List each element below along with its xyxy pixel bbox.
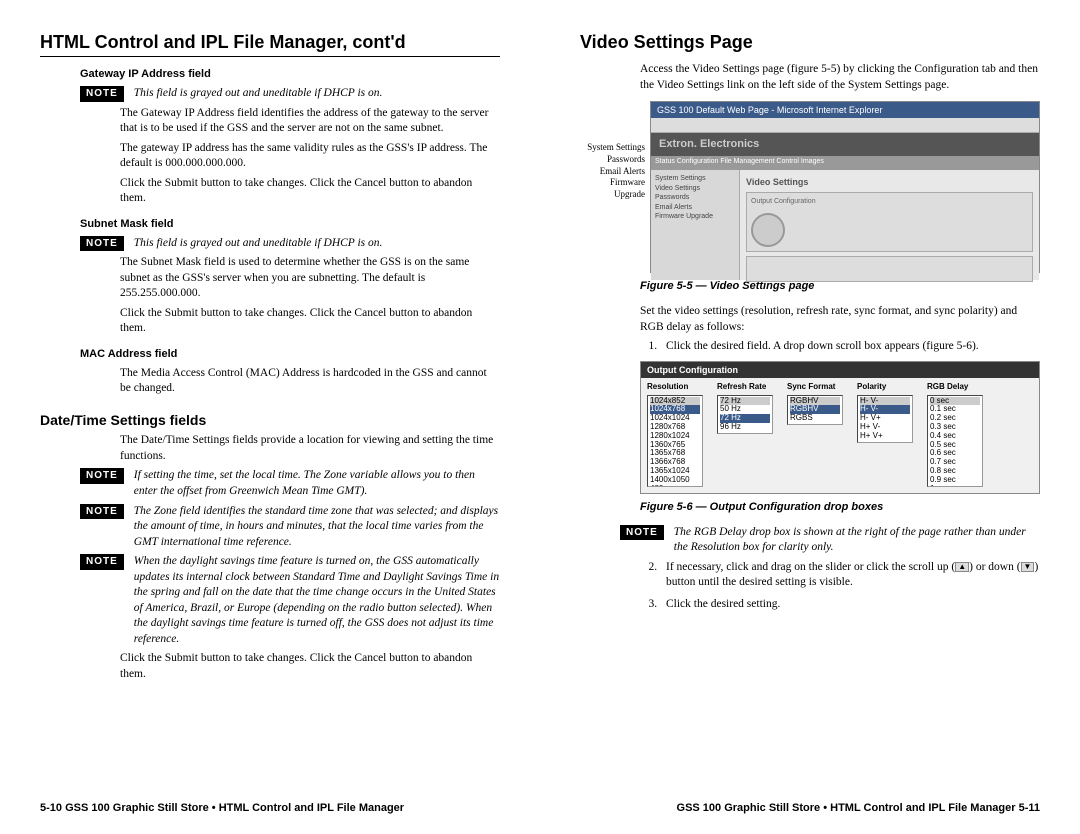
rgb-note: The RGB Delay drop box is shown at the r…: [674, 525, 1040, 556]
rgb-listbox[interactable]: 0 sec 0.1 sec 0.2 sec 0.3 sec 0.4 sec 0.…: [927, 395, 983, 487]
col-h: Sync Format: [787, 382, 843, 393]
col-sync: Sync Format RGBHV RGBHV RGBS: [787, 382, 843, 487]
fig5-main: Video Settings Output Configuration: [740, 170, 1039, 280]
datetime-note2: The Zone field identifies the standard t…: [134, 504, 500, 551]
col-h: Refresh Rate: [717, 382, 773, 393]
datetime-note1: If setting the time, set the local time.…: [134, 468, 500, 499]
step-3: Click the desired setting.: [660, 597, 1040, 613]
list-item[interactable]: RGBS: [790, 414, 840, 423]
fig5-sidebar: System Settings Video Settings Passwords…: [651, 170, 740, 280]
sidebar-item: Email Alerts: [655, 203, 735, 212]
gateway-p2: The gateway IP address has the same vali…: [120, 141, 500, 172]
figure-5-6: Output Configuration Resolution 1024x852…: [640, 361, 1040, 494]
list-item[interactable]: 96 Hz: [720, 423, 770, 432]
subnet-heading: Subnet Mask field: [80, 217, 500, 232]
subnet-note-row: NOTE This field is grayed out and unedit…: [80, 236, 500, 252]
note-tag: NOTE: [80, 504, 124, 520]
gateway-p3: Click the Submit button to take changes.…: [120, 176, 500, 207]
subnet-p2: Click the Submit button to take changes.…: [120, 306, 500, 337]
fig5-panel-2: [746, 256, 1033, 282]
step-2: If necessary, click and drag on the slid…: [660, 560, 1040, 591]
mac-p1: The Media Access Control (MAC) Address i…: [120, 366, 500, 397]
datetime-note3-row: NOTE When the daylight savings time feat…: [80, 554, 500, 647]
col-refresh: Refresh Rate 72 Hz 50 Hz 72 Hz 96 Hz: [717, 382, 773, 487]
callout-system: System Settings: [585, 142, 645, 154]
fig5-toolbar: [651, 118, 1039, 133]
fig6-title: Output Configuration: [641, 362, 1039, 378]
page-right: Video Settings Page Access the Video Set…: [540, 0, 1080, 834]
list-item[interactable]: 1 sec: [930, 485, 980, 487]
note-tag: NOTE: [620, 525, 664, 541]
list-item[interactable]: 480p: [650, 485, 700, 487]
subnet-note: This field is grayed out and uneditable …: [134, 236, 383, 252]
fig5-banner: Extron. Electronics: [651, 133, 1039, 156]
col-h: Resolution: [647, 382, 703, 393]
step-1: Click the desired field. A drop down scr…: [660, 339, 1040, 355]
callout-passwords: Passwords: [585, 154, 645, 166]
page-left: HTML Control and IPL File Manager, cont'…: [0, 0, 540, 834]
note-tag: NOTE: [80, 468, 124, 484]
note-tag: NOTE: [80, 236, 124, 252]
step2-a: If necessary, click and drag on the slid…: [666, 561, 955, 573]
rgb-note-row: NOTE The RGB Delay drop box is shown at …: [620, 525, 1040, 556]
scroll-down-icon: ▼: [1021, 562, 1035, 572]
gateway-note-row: NOTE This field is grayed out and unedit…: [80, 86, 500, 102]
polarity-listbox[interactable]: H- V- H- V- H- V+ H+ V- H+ V+: [857, 395, 913, 443]
mac-heading: MAC Address field: [80, 347, 500, 362]
steps-list-2: If necessary, click and drag on the slid…: [640, 560, 1040, 613]
sync-listbox[interactable]: RGBHV RGBHV RGBS: [787, 395, 843, 425]
gateway-p1: The Gateway IP Address field identifies …: [120, 106, 500, 137]
col-resolution: Resolution 1024x852 1024x768 1024x1024 1…: [647, 382, 703, 487]
panel-label: Output Configuration: [751, 198, 816, 205]
col-rgb: RGB Delay 0 sec 0.1 sec 0.2 sec 0.3 sec …: [927, 382, 983, 487]
step2-b: ) or down (: [969, 561, 1020, 573]
datetime-note2-row: NOTE The Zone field identifies the stand…: [80, 504, 500, 551]
callout-firmware: Firmware Upgrade: [585, 177, 645, 200]
left-title: HTML Control and IPL File Manager, cont'…: [40, 30, 500, 57]
fig6-caption: Figure 5-6 — Output Configuration drop b…: [640, 500, 1040, 515]
note-tag: NOTE: [80, 86, 124, 102]
sidebar-item: System Settings: [655, 174, 735, 183]
datetime-p1: The Date/Time Settings fields provide a …: [120, 433, 500, 464]
fig5-main-title: Video Settings: [746, 176, 1033, 188]
datetime-note3: When the daylight savings time feature i…: [134, 554, 500, 647]
set-p: Set the video settings (resolution, refr…: [640, 304, 1040, 335]
resolution-listbox[interactable]: 1024x852 1024x768 1024x1024 1280x768 128…: [647, 395, 703, 487]
sidebar-item: Firmware Upgrade: [655, 212, 735, 221]
gateway-note: This field is grayed out and uneditable …: [134, 86, 383, 102]
subnet-p1: The Subnet Mask field is used to determi…: [120, 255, 500, 302]
col-h: Polarity: [857, 382, 913, 393]
callout-labels: System Settings Passwords Email Alerts F…: [585, 142, 645, 200]
fig5-tabs: Status Configuration File Management Con…: [651, 156, 1039, 170]
fig5-titlebar: GSS 100 Default Web Page - Microsoft Int…: [651, 102, 1039, 118]
callout-email: Email Alerts: [585, 166, 645, 178]
list-item[interactable]: H+ V+: [860, 432, 910, 441]
right-intro: Access the Video Settings page (figure 5…: [640, 62, 1040, 93]
gateway-heading: Gateway IP Address field: [80, 67, 500, 82]
refresh-listbox[interactable]: 72 Hz 50 Hz 72 Hz 96 Hz: [717, 395, 773, 434]
datetime-note1-row: NOTE If setting the time, set the local …: [80, 468, 500, 499]
sidebar-item: Passwords: [655, 193, 735, 202]
right-title: Video Settings Page: [580, 30, 1040, 56]
footer-left: 5-10 GSS 100 Graphic Still Store • HTML …: [40, 801, 404, 816]
note-tag: NOTE: [80, 554, 124, 570]
sidebar-item: Video Settings: [655, 184, 735, 193]
col-h: RGB Delay: [927, 382, 983, 393]
fig5-panel: Output Configuration: [746, 192, 1033, 251]
datetime-heading: Date/Time Settings fields: [40, 411, 500, 430]
datetime-p2: Click the Submit button to take changes.…: [120, 651, 500, 682]
loading-icon: [751, 213, 785, 247]
scroll-up-icon: ▲: [955, 562, 969, 572]
footer-right: GSS 100 Graphic Still Store • HTML Contr…: [677, 801, 1040, 816]
figure-5-5: System Settings Passwords Email Alerts F…: [650, 101, 1040, 273]
col-polarity: Polarity H- V- H- V- H- V+ H+ V- H+ V+: [857, 382, 913, 487]
steps-list: Click the desired field. A drop down scr…: [640, 339, 1040, 355]
